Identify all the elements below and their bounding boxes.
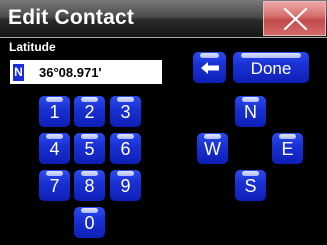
- key-1[interactable]: 1: [39, 96, 70, 127]
- left-arrow-icon: [201, 62, 219, 74]
- edit-contact-screen: Edit Contact Latitude N 36°08.971' 1 2 3…: [0, 0, 327, 245]
- key-6[interactable]: 6: [110, 133, 141, 164]
- north-key-label: N: [244, 102, 257, 122]
- west-key-label: W: [204, 139, 221, 159]
- key-5[interactable]: 5: [74, 133, 105, 164]
- north-key[interactable]: N: [235, 96, 266, 127]
- key-9[interactable]: 9: [110, 170, 141, 201]
- latitude-field[interactable]: N 36°08.971': [9, 59, 163, 85]
- close-x-icon: [283, 7, 308, 31]
- key-3-label: 3: [120, 102, 131, 122]
- backspace-button[interactable]: [193, 52, 226, 83]
- latitude-label: Latitude: [9, 40, 56, 54]
- key-3[interactable]: 3: [110, 96, 141, 127]
- hemisphere-badge: N: [13, 64, 24, 81]
- east-key[interactable]: E: [272, 133, 303, 164]
- key-8-label: 8: [84, 176, 95, 196]
- window-title: Edit Contact: [8, 6, 135, 29]
- south-key-label: S: [244, 176, 257, 196]
- key-5-label: 5: [84, 139, 95, 159]
- done-label: Done: [250, 59, 292, 78]
- title-bar: Edit Contact: [0, 0, 327, 38]
- key-7-label: 7: [49, 176, 60, 196]
- key-2-label: 2: [84, 102, 95, 122]
- key-0-label: 0: [84, 213, 95, 233]
- key-4[interactable]: 4: [39, 133, 70, 164]
- south-key[interactable]: S: [235, 170, 266, 201]
- close-button[interactable]: [263, 1, 326, 36]
- key-1-label: 1: [49, 102, 60, 122]
- key-9-label: 9: [120, 176, 131, 196]
- key-7[interactable]: 7: [39, 170, 70, 201]
- key-6-label: 6: [120, 139, 131, 159]
- east-key-label: E: [281, 139, 294, 159]
- done-button[interactable]: Done: [233, 52, 309, 83]
- key-4-label: 4: [49, 139, 60, 159]
- west-key[interactable]: W: [197, 133, 228, 164]
- latitude-value: 36°08.971': [39, 65, 102, 80]
- key-0[interactable]: 0: [74, 207, 105, 238]
- key-2[interactable]: 2: [74, 96, 105, 127]
- key-8[interactable]: 8: [74, 170, 105, 201]
